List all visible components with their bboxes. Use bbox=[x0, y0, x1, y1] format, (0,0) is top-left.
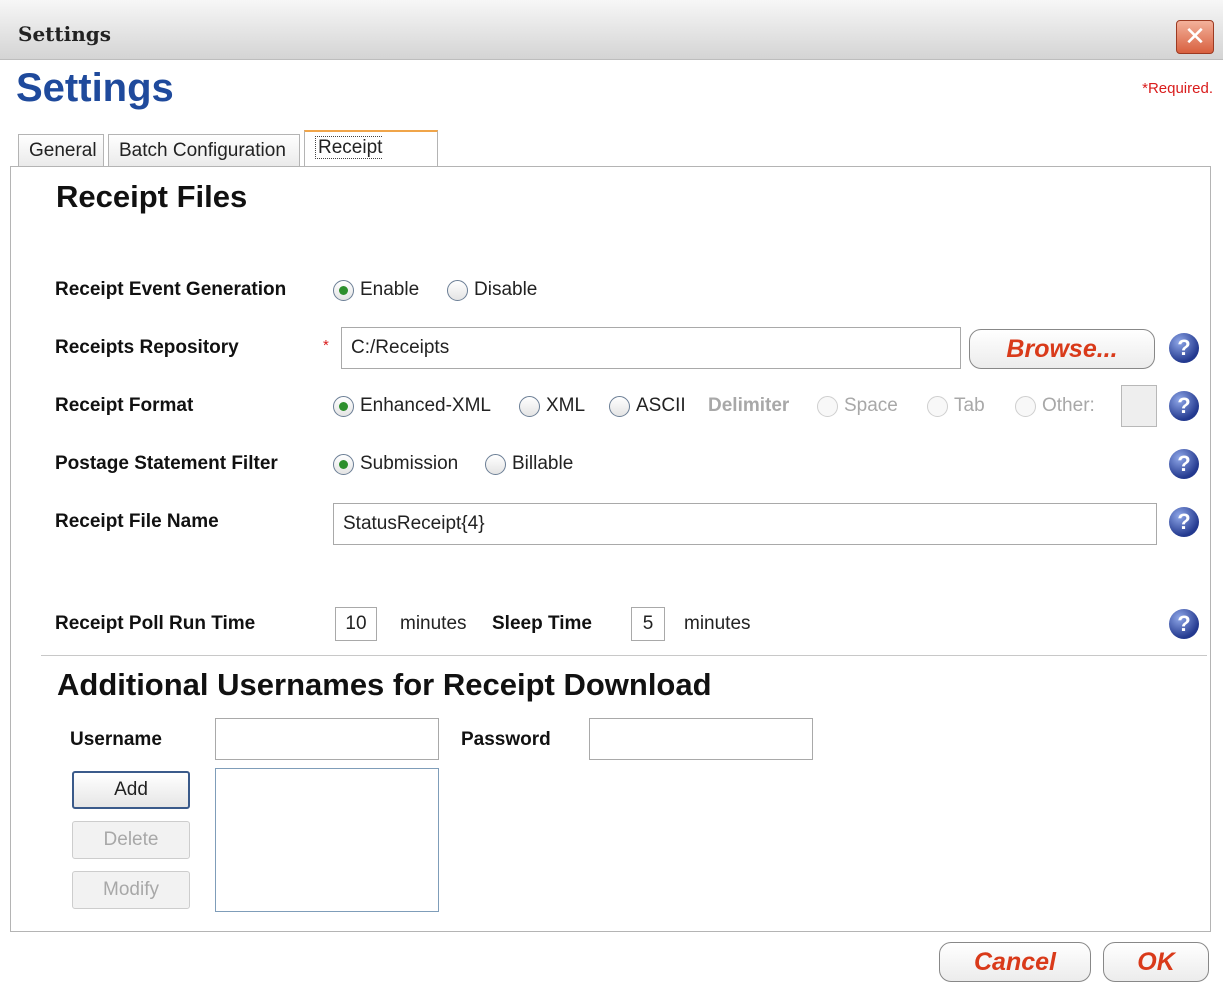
radio-enhanced-xml[interactable]: Enhanced-XML bbox=[333, 395, 491, 417]
radio-billable[interactable]: Billable bbox=[485, 453, 573, 475]
modify-button[interactable]: Modify bbox=[72, 871, 190, 909]
radio-enable-label: Enable bbox=[360, 279, 420, 300]
help-icon[interactable]: ? bbox=[1169, 609, 1199, 639]
radio-xml-circle[interactable] bbox=[519, 395, 540, 417]
radio-ascii[interactable]: ASCII bbox=[609, 395, 686, 417]
radio-disable-label: Disable bbox=[474, 279, 538, 300]
radio-submission-circle[interactable] bbox=[333, 453, 354, 475]
delete-button[interactable]: Delete bbox=[72, 821, 190, 859]
radio-enhanced-xml-label: Enhanced-XML bbox=[360, 395, 491, 416]
radio-billable-circle[interactable] bbox=[485, 453, 506, 475]
tab-batch-configuration[interactable]: Batch Configuration bbox=[108, 134, 300, 168]
poll-run-time-label: Receipt Poll Run Time bbox=[55, 613, 256, 634]
tab-batch-configuration-label: Batch Configuration bbox=[119, 140, 286, 161]
usernames-list[interactable] bbox=[215, 768, 439, 912]
radio-disable[interactable]: Disable bbox=[447, 279, 537, 301]
radio-space-label: Space bbox=[844, 395, 898, 416]
format-label: Receipt Format bbox=[55, 395, 194, 416]
radio-space-circle[interactable] bbox=[817, 395, 838, 417]
radio-tab-circle[interactable] bbox=[927, 395, 948, 417]
section-divider bbox=[41, 655, 1207, 656]
username-label: Username bbox=[70, 729, 162, 750]
cancel-button[interactable]: Cancel bbox=[939, 942, 1091, 982]
tab-receipt-files[interactable]: Receipt Files bbox=[304, 130, 438, 191]
password-label: Password bbox=[461, 729, 551, 750]
close-icon[interactable]: ✕ bbox=[1176, 20, 1214, 54]
help-icon[interactable]: ? bbox=[1169, 507, 1199, 537]
radio-ascii-circle[interactable] bbox=[609, 395, 630, 417]
help-icon[interactable]: ? bbox=[1169, 449, 1199, 479]
radio-submission[interactable]: Submission bbox=[333, 453, 458, 475]
username-input[interactable] bbox=[215, 718, 439, 760]
run-time-unit: minutes bbox=[400, 613, 467, 634]
postage-filter-label: Postage Statement Filter bbox=[55, 453, 278, 474]
password-input[interactable] bbox=[589, 718, 813, 760]
sleep-time-unit: minutes bbox=[684, 613, 751, 634]
file-name-input[interactable] bbox=[333, 503, 1157, 545]
delimiter-label: Delimiter bbox=[708, 395, 790, 416]
radio-xml[interactable]: XML bbox=[519, 395, 585, 417]
window-title: Settings bbox=[18, 22, 112, 46]
receipt-files-panel: Receipt Files Receipt Event Generation E… bbox=[10, 166, 1211, 932]
other-delimiter-input[interactable] bbox=[1121, 385, 1157, 427]
tab-general[interactable]: General bbox=[18, 134, 104, 168]
receipt-files-title: Receipt Files bbox=[56, 179, 248, 214]
radio-submission-label: Submission bbox=[360, 453, 459, 474]
radio-other[interactable]: Other: bbox=[1015, 395, 1095, 417]
radio-tab[interactable]: Tab bbox=[927, 395, 985, 417]
usernames-title: Additional Usernames for Receipt Downloa… bbox=[57, 667, 712, 702]
required-note: *Required. bbox=[1142, 80, 1213, 97]
ok-button[interactable]: OK bbox=[1103, 942, 1209, 982]
radio-other-label: Other: bbox=[1042, 395, 1095, 416]
repository-input[interactable] bbox=[341, 327, 961, 369]
help-icon[interactable]: ? bbox=[1169, 333, 1199, 363]
repository-label: Receipts Repository bbox=[55, 337, 239, 358]
title-bar: Settings ✕ bbox=[0, 0, 1223, 60]
add-button[interactable]: Add bbox=[72, 771, 190, 809]
radio-ascii-label: ASCII bbox=[636, 395, 686, 416]
browse-button[interactable]: Browse... bbox=[969, 329, 1155, 369]
radio-enhanced-xml-circle[interactable] bbox=[333, 395, 354, 417]
radio-billable-label: Billable bbox=[512, 453, 574, 474]
file-name-label: Receipt File Name bbox=[55, 511, 219, 532]
radio-space[interactable]: Space bbox=[817, 395, 898, 417]
page-title: Settings bbox=[16, 66, 174, 110]
radio-other-circle[interactable] bbox=[1015, 395, 1036, 417]
event-generation-label: Receipt Event Generation bbox=[55, 279, 287, 300]
radio-enable[interactable]: Enable bbox=[333, 279, 419, 301]
sleep-time-input[interactable] bbox=[631, 607, 665, 641]
radio-tab-label: Tab bbox=[954, 395, 985, 416]
poll-run-time-input[interactable] bbox=[335, 607, 377, 641]
help-icon[interactable]: ? bbox=[1169, 391, 1199, 421]
radio-enable-circle[interactable] bbox=[333, 279, 354, 301]
required-marker: * bbox=[323, 337, 329, 354]
tab-general-label: General bbox=[29, 140, 97, 161]
sleep-time-label: Sleep Time bbox=[492, 613, 592, 634]
radio-disable-circle[interactable] bbox=[447, 279, 468, 301]
radio-xml-label: XML bbox=[546, 395, 586, 416]
